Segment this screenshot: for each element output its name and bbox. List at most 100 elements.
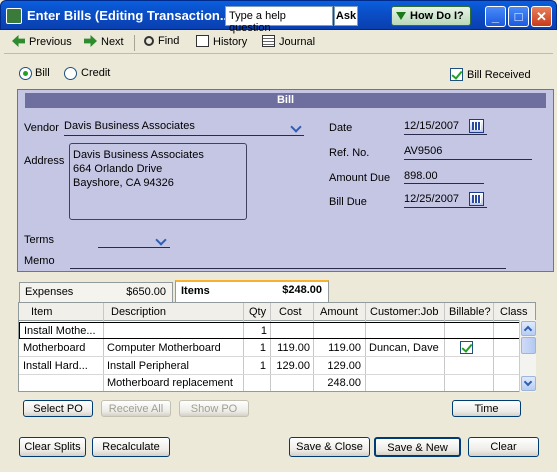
- bill-radio[interactable]: [19, 67, 32, 80]
- title-bar: Enter Bills (Editing Transaction... Type…: [0, 0, 557, 34]
- minimize-button[interactable]: _: [485, 6, 506, 27]
- vendor-dropdown-icon[interactable]: [290, 120, 303, 133]
- journal-button[interactable]: Journal: [262, 35, 315, 51]
- refno-underline: [404, 159, 532, 160]
- address-line-1: Davis Business Associates: [73, 149, 204, 161]
- tab-expenses[interactable]: Expenses $650.00: [19, 282, 173, 302]
- cell-cost[interactable]: 119.00: [274, 342, 310, 354]
- cell-cost[interactable]: 129.00: [274, 360, 310, 372]
- col-header-cost[interactable]: Cost: [279, 306, 302, 318]
- col-header-description[interactable]: Description: [111, 306, 166, 318]
- help-question-input[interactable]: Type a help question: [225, 6, 333, 34]
- bill-header: Bill: [25, 93, 546, 108]
- date-field[interactable]: 12/15/2007: [404, 120, 459, 132]
- recalculate-button[interactable]: Recalculate: [92, 437, 170, 457]
- cell-item[interactable]: Install Mothe...: [24, 325, 104, 337]
- vendor-label: Vendor: [24, 122, 59, 134]
- how-do-i-label: How Do I?: [410, 10, 464, 22]
- cell-description[interactable]: Motherboard replacement: [107, 377, 241, 389]
- select-po-button[interactable]: Select PO: [23, 400, 93, 417]
- table-row[interactable]: Motherboard replacement 248.00: [19, 375, 521, 391]
- previous-button[interactable]: Previous: [12, 35, 72, 51]
- address-line-3: Bayshore, CA 94326: [73, 177, 174, 189]
- cell-description[interactable]: Install Peripheral: [107, 360, 241, 372]
- amount-due-label: Amount Due: [329, 172, 391, 184]
- find-icon: [144, 36, 154, 46]
- bill-due-field[interactable]: 12/25/2007: [404, 193, 459, 205]
- journal-label: Journal: [279, 36, 316, 48]
- save-close-button[interactable]: Save & Close: [289, 437, 370, 457]
- close-button[interactable]: ✕: [531, 6, 552, 27]
- window-title: Enter Bills (Editing Transaction...: [27, 8, 231, 23]
- cell-description[interactable]: Computer Motherboard: [107, 342, 241, 354]
- clear-button[interactable]: Clear: [468, 437, 539, 457]
- cell-qty[interactable]: 1: [247, 360, 266, 372]
- credit-radio-label: Credit: [81, 67, 111, 79]
- find-button[interactable]: Find: [144, 35, 179, 51]
- address-label: Address: [24, 155, 65, 167]
- date-label: Date: [329, 122, 353, 134]
- scroll-up-button[interactable]: [521, 321, 536, 336]
- items-table: Item Description Qty Cost Amount Custome…: [18, 302, 536, 392]
- toolbar: Previous Next Find History Journal: [4, 32, 553, 54]
- table-row[interactable]: Motherboard Computer Motherboard 1 119.0…: [19, 340, 521, 357]
- clear-splits-button[interactable]: Clear Splits: [19, 437, 86, 457]
- address-line-2: 664 Orlando Drive: [73, 163, 163, 175]
- terms-dropdown-icon[interactable]: [155, 233, 168, 246]
- history-icon: [196, 35, 209, 47]
- cell-amount[interactable]: 119.00: [317, 342, 361, 354]
- show-po-button[interactable]: Show PO: [179, 400, 249, 417]
- history-button[interactable]: History: [196, 35, 247, 51]
- previous-arrow-icon: [12, 35, 25, 47]
- table-row[interactable]: Install Mothe... 1: [19, 322, 521, 339]
- history-label: History: [213, 36, 248, 48]
- bill-due-calendar-icon[interactable]: [469, 192, 484, 206]
- scroll-thumb[interactable]: [521, 337, 536, 354]
- refno-label: Ref. No.: [329, 147, 370, 159]
- receive-all-button[interactable]: Receive All: [101, 400, 171, 417]
- vendor-field[interactable]: Davis Business Associates: [64, 120, 195, 132]
- cell-customer-job[interactable]: Duncan, Dave: [369, 342, 443, 354]
- bill-form: Bill Vendor Davis Business Associates Ad…: [17, 89, 554, 272]
- col-header-item[interactable]: Item: [31, 306, 52, 318]
- tab-items-label: Items: [181, 285, 210, 297]
- chevron-down-icon: [523, 377, 533, 387]
- cell-qty[interactable]: 1: [247, 342, 266, 354]
- col-header-amount[interactable]: Amount: [320, 306, 358, 318]
- close-icon: ✕: [536, 9, 547, 24]
- refno-field[interactable]: AV9506: [404, 145, 442, 157]
- date-calendar-icon[interactable]: [469, 119, 484, 133]
- memo-underline: [70, 268, 506, 269]
- save-new-button[interactable]: Save & New: [374, 437, 461, 457]
- date-underline: [404, 134, 487, 135]
- next-button[interactable]: Next: [84, 35, 124, 51]
- bill-received-label: Bill Received: [467, 69, 531, 81]
- cell-amount[interactable]: 129.00: [317, 360, 361, 372]
- amount-due-field[interactable]: 898.00: [404, 170, 438, 182]
- col-header-class[interactable]: Class: [500, 306, 528, 318]
- col-header-customer-job[interactable]: Customer:Job: [370, 306, 438, 318]
- tab-expenses-label: Expenses: [25, 286, 74, 298]
- maximize-icon: □: [514, 9, 523, 24]
- chevron-up-icon: [523, 325, 533, 335]
- chevron-down-icon: [396, 12, 406, 20]
- scroll-down-button[interactable]: [521, 376, 536, 391]
- col-header-billable[interactable]: Billable?: [449, 306, 491, 318]
- bill-received-checkbox[interactable]: [450, 68, 463, 81]
- col-header-qty[interactable]: Qty: [249, 306, 266, 318]
- items-scrollbar[interactable]: [519, 320, 536, 392]
- how-do-i-button[interactable]: How Do I?: [391, 6, 471, 26]
- address-box[interactable]: Davis Business Associates 664 Orlando Dr…: [69, 143, 247, 220]
- cell-item[interactable]: Motherboard: [23, 342, 103, 354]
- cell-amount[interactable]: 248.00: [317, 377, 361, 389]
- billable-checkbox[interactable]: [460, 341, 473, 354]
- cell-qty[interactable]: 1: [248, 325, 267, 337]
- cell-item[interactable]: Install Hard...: [23, 360, 103, 372]
- tab-items[interactable]: Items $248.00: [175, 280, 329, 302]
- maximize-button[interactable]: □: [508, 6, 529, 27]
- table-row[interactable]: Install Hard... Install Peripheral 1 129…: [19, 358, 521, 375]
- ask-button[interactable]: Ask: [334, 6, 358, 26]
- credit-radio[interactable]: [64, 67, 77, 80]
- time-button[interactable]: Time: [452, 400, 521, 417]
- next-arrow-icon: [84, 35, 97, 47]
